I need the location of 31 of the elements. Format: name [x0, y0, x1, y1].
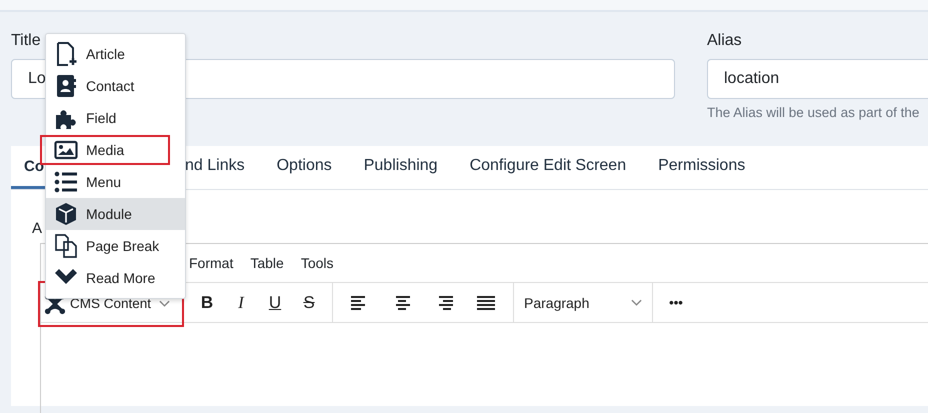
- field-hint: The Alias will be used as part of the: [707, 105, 920, 120]
- editor-label: A: [32, 220, 44, 237]
- menu-item[interactable]: Field: [46, 102, 185, 134]
- menu-item[interactable]: Page Break: [46, 230, 185, 262]
- cube-icon: [54, 202, 78, 226]
- document-plus-icon: [54, 42, 78, 66]
- field-label: Title: [11, 32, 42, 50]
- tab[interactable]: Options: [260, 146, 348, 189]
- address-book-icon: [54, 74, 78, 98]
- image-icon: [54, 138, 78, 162]
- copy-pages-icon: [54, 234, 78, 258]
- menu-item[interactable]: Menu: [46, 166, 185, 198]
- menubar-item[interactable]: Format: [189, 255, 234, 271]
- format-button[interactable]: S: [296, 292, 322, 312]
- list-icon: [54, 170, 78, 194]
- format-button[interactable]: I: [228, 292, 254, 312]
- chevron-icon: [159, 300, 170, 308]
- menu-item[interactable]: Module: [46, 198, 185, 230]
- menu-item[interactable]: Contact: [46, 70, 185, 102]
- tab[interactable]: Permissions: [642, 146, 762, 189]
- menubar-item[interactable]: Tools: [300, 255, 334, 271]
- alias-input[interactable]: location: [707, 59, 928, 99]
- tab[interactable]: Configure Edit Screen: [454, 146, 642, 189]
- menubar-item[interactable]: Table: [250, 255, 284, 271]
- more-button[interactable]: •••: [663, 295, 689, 310]
- block-format-select[interactable]: Paragraph: [514, 283, 653, 322]
- format-button[interactable]: U: [262, 292, 288, 312]
- field-label: Alias: [707, 32, 743, 50]
- tab[interactable]: Publishing: [348, 146, 454, 189]
- chevron-icon: [631, 298, 642, 306]
- format-button[interactable]: B: [194, 292, 220, 312]
